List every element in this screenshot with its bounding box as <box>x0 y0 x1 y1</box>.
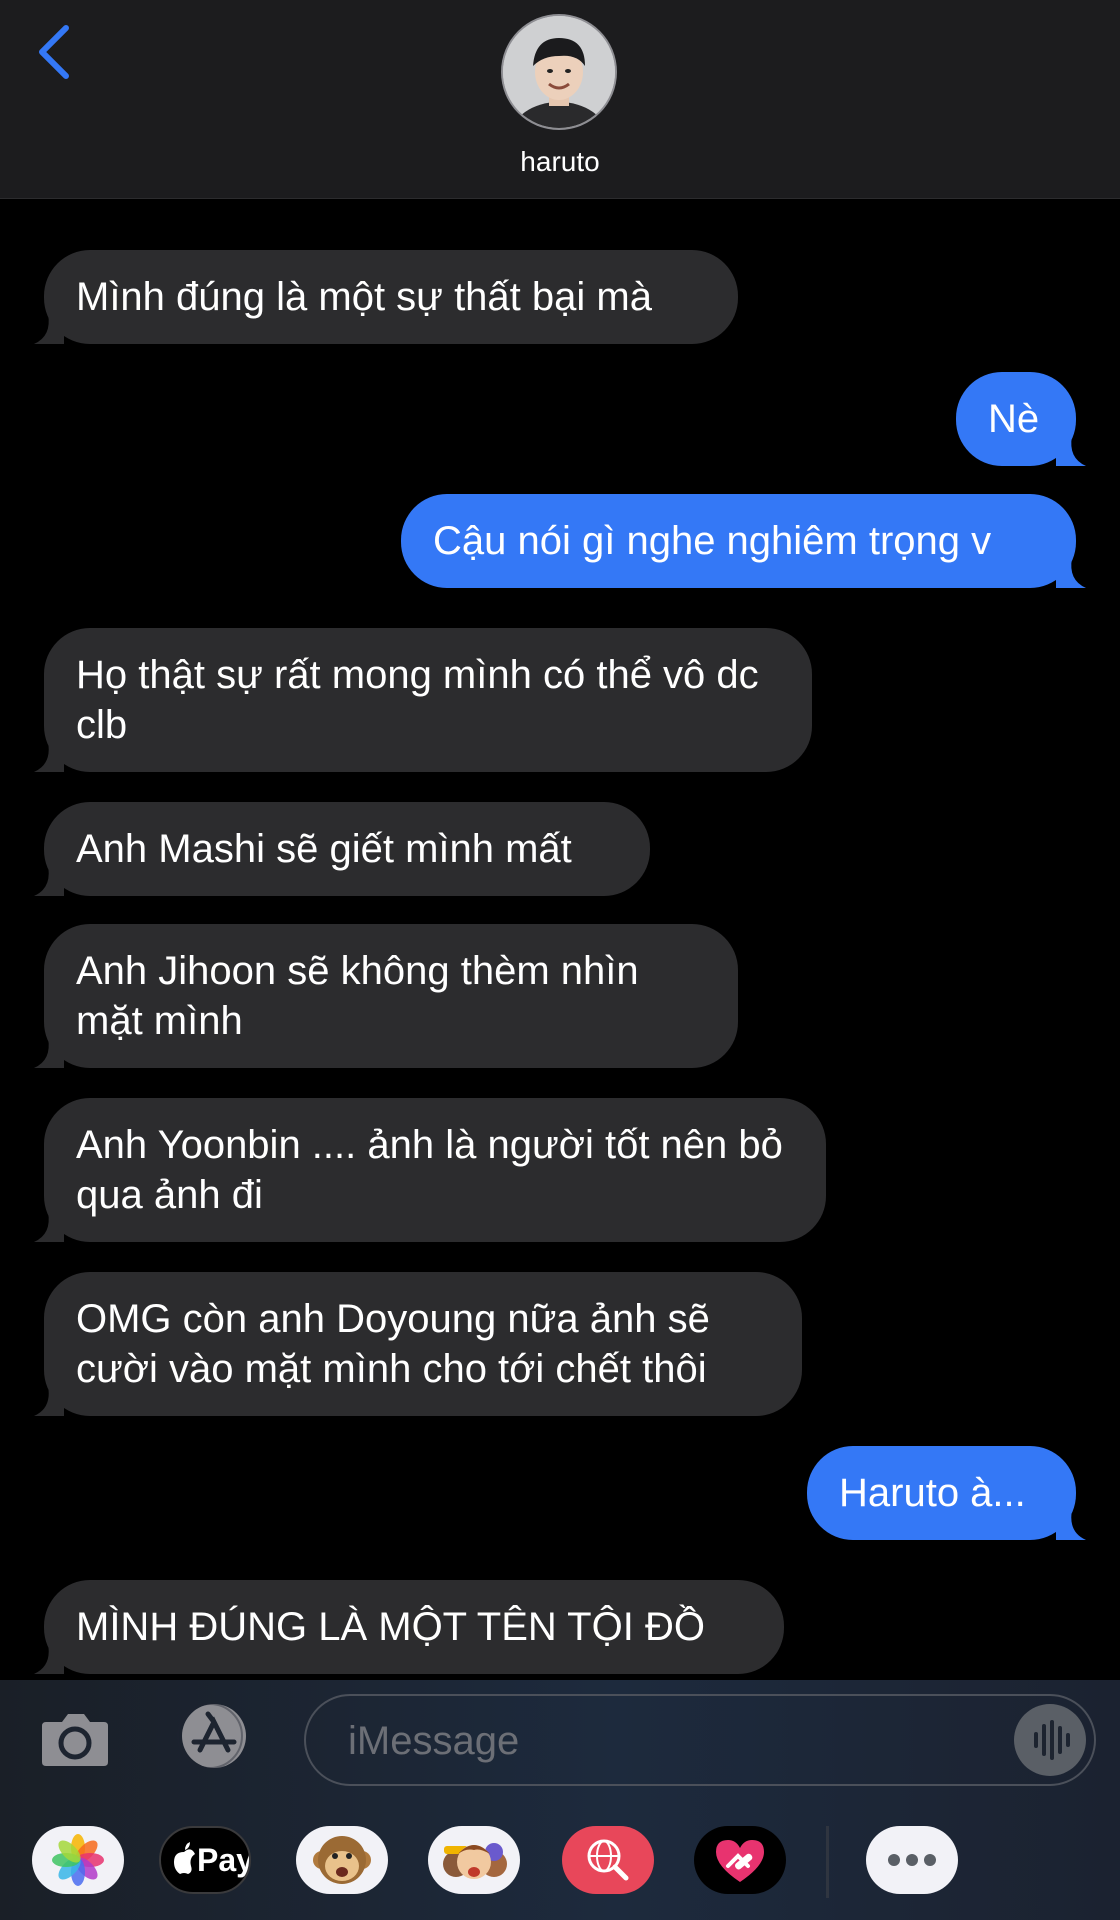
message-bubble: Mình đúng là một sự thất bại mà <box>44 250 738 344</box>
message-text: MÌNH ĐÚNG LÀ MỘT TÊN TỘI ĐỒ <box>76 1605 705 1649</box>
apple-pay-button[interactable]: Pay <box>159 1826 251 1894</box>
bubble-tail <box>34 1386 64 1416</box>
message-bubble: Anh Yoonbin .... ảnh là người tốt nên bỏ… <box>44 1098 826 1242</box>
search-images-button[interactable] <box>562 1826 654 1894</box>
message-text: Haruto à... <box>839 1471 1026 1515</box>
bubble-tail <box>34 1644 64 1674</box>
heart-icon <box>716 1840 764 1882</box>
ellipsis-icon <box>888 1854 936 1866</box>
bubble-tail <box>34 866 64 896</box>
app-store-button[interactable] <box>170 1702 258 1770</box>
imessage-field[interactable] <box>304 1694 1096 1786</box>
audio-message-button[interactable] <box>1014 1704 1086 1776</box>
message-bubble: MÌNH ĐÚNG LÀ MỘT TÊN TỘI ĐỒ <box>44 1580 784 1674</box>
message-received[interactable]: Mình đúng là một sự thất bại mà <box>34 250 738 344</box>
memoji-button[interactable] <box>428 1826 520 1894</box>
message-text: Cậu nói gì nghe nghiêm trọng v <box>433 519 992 563</box>
message-received[interactable]: Họ thật sự rất mong mình có thể vô dc cl… <box>34 628 812 772</box>
bubble-tail <box>1056 1510 1086 1540</box>
photos-app-button[interactable] <box>32 1826 124 1894</box>
message-text: Nè <box>988 397 1040 441</box>
message-sent[interactable]: Nè <box>956 372 1086 466</box>
camera-button[interactable] <box>40 1708 110 1768</box>
back-button[interactable] <box>28 20 84 84</box>
waveform-icon <box>1034 1720 1070 1760</box>
apple-logo-icon <box>174 1842 195 1874</box>
compose-bar <box>0 1680 1120 1800</box>
message-received[interactable]: Anh Jihoon sẽ không thèm nhìn mặt mình <box>34 924 738 1068</box>
message-received[interactable]: OMG còn anh Doyoung nữa ảnh sẽ cười vào … <box>34 1272 802 1416</box>
animoji-button[interactable] <box>296 1826 388 1894</box>
bubble-tail <box>34 742 64 772</box>
message-text: Anh Jihoon sẽ không thèm nhìn mặt mình <box>76 949 639 1043</box>
avatar-photo <box>503 16 615 128</box>
message-sent[interactable]: Cậu nói gì nghe nghiêm trọng v <box>401 494 1086 588</box>
bubble-tail <box>1056 436 1086 466</box>
chevron-left-icon <box>39 25 69 79</box>
conversation-header: haruto <box>0 0 1120 199</box>
message-bubble: OMG còn anh Doyoung nữa ảnh sẽ cười vào … <box>44 1272 802 1416</box>
more-apps-button[interactable] <box>866 1826 958 1894</box>
bubble-tail <box>34 1038 64 1068</box>
bubble-tail <box>34 1212 64 1242</box>
monkey-icon <box>313 1836 371 1884</box>
message-bubble: Anh Mashi sẽ giết mình mất <box>44 802 650 896</box>
message-thread[interactable]: Mình đúng là một sự thất bại mà Nè Cậu n… <box>0 198 1120 1680</box>
message-bubble: Họ thật sự rất mong mình có thể vô dc cl… <box>44 628 812 772</box>
message-text: Mình đúng là một sự thất bại mà <box>76 275 652 319</box>
photos-icon <box>52 1834 104 1886</box>
imessage-input[interactable] <box>346 1712 990 1770</box>
memoji-icon <box>443 1843 507 1879</box>
message-sent[interactable]: Haruto à... <box>807 1446 1086 1540</box>
message-text: Anh Yoonbin .... ảnh là người tốt nên bỏ… <box>76 1123 783 1217</box>
message-bubble: Anh Jihoon sẽ không thèm nhìn mặt mình <box>44 924 738 1068</box>
app-drawer: Pay <box>0 1800 1120 1920</box>
bubble-tail <box>34 314 64 344</box>
message-bubble: Haruto à... <box>807 1446 1076 1540</box>
message-received[interactable]: Anh Yoonbin .... ảnh là người tốt nên bỏ… <box>34 1098 826 1242</box>
bubble-tail <box>1056 558 1086 588</box>
digital-touch-button[interactable] <box>694 1826 786 1894</box>
message-text: OMG còn anh Doyoung nữa ảnh sẽ cười vào … <box>76 1297 710 1391</box>
apple-pay-label: Pay <box>197 1842 251 1878</box>
contact-name[interactable]: haruto <box>0 146 1120 178</box>
camera-icon <box>42 1714 108 1766</box>
message-received[interactable]: Anh Mashi sẽ giết mình mất <box>34 802 650 896</box>
message-bubble: Cậu nói gì nghe nghiêm trọng v <box>401 494 1076 588</box>
message-received[interactable]: MÌNH ĐÚNG LÀ MỘT TÊN TỘI ĐỒ <box>34 1580 784 1674</box>
message-text: Họ thật sự rất mong mình có thể vô dc cl… <box>76 653 759 747</box>
globe-search-icon <box>587 1839 629 1881</box>
drawer-divider <box>826 1826 829 1898</box>
contact-avatar[interactable] <box>503 16 615 128</box>
app-store-icon <box>177 1703 246 1769</box>
message-text: Anh Mashi sẽ giết mình mất <box>76 827 572 871</box>
